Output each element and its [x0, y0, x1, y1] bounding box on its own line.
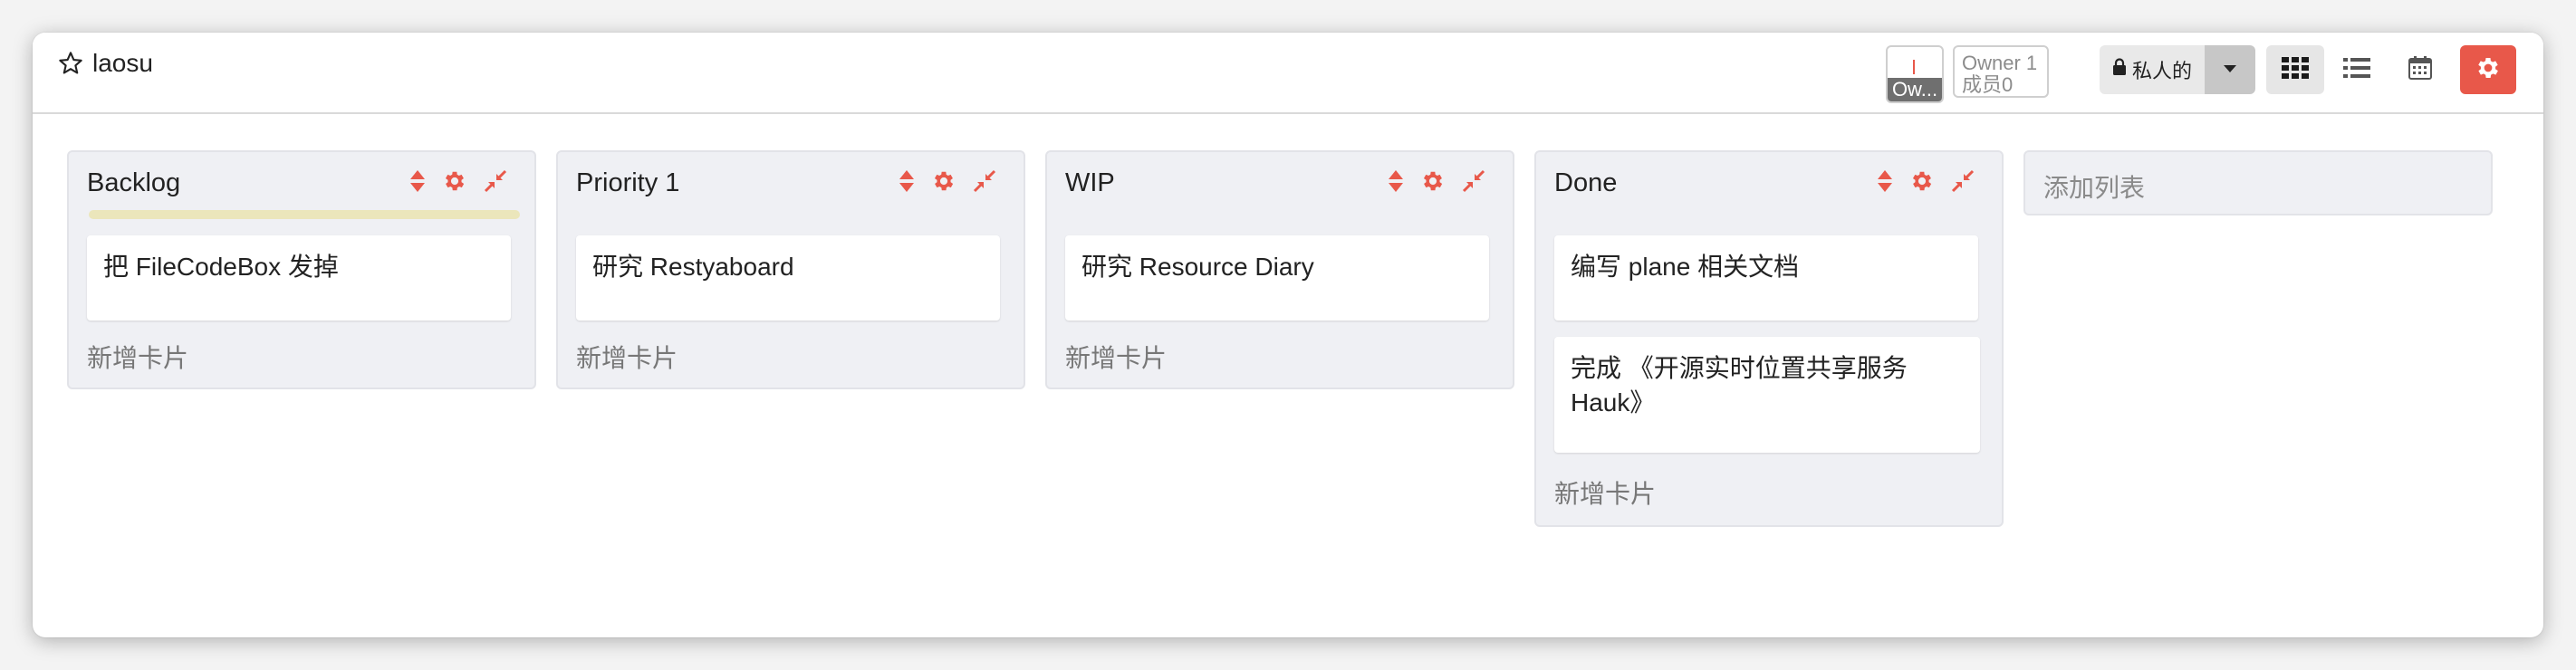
list-header: WIP — [1065, 165, 1495, 201]
sort-icon[interactable] — [899, 168, 915, 198]
list-done: Done 编写 plane 相关文档 完成 《开源实时位置共享服务 Hauk》 … — [1534, 150, 2004, 527]
gear-icon[interactable] — [931, 168, 956, 198]
list-actions — [899, 168, 996, 198]
list-header: Backlog — [87, 165, 516, 201]
grid-icon — [2282, 56, 2309, 83]
board-window: laosu Ow... Owner 1 成员0 私人的 Backlog 把 Fi… — [33, 33, 2543, 637]
card[interactable]: 完成 《开源实时位置共享服务 Hauk》 — [1554, 337, 1980, 453]
collapse-icon[interactable] — [973, 169, 996, 197]
collapse-icon[interactable] — [484, 169, 507, 197]
calendar-view-button[interactable] — [2391, 45, 2449, 94]
list-title[interactable]: Priority 1 — [576, 168, 899, 198]
board-view-button[interactable] — [2266, 45, 2324, 94]
list-actions — [409, 168, 507, 198]
owner-label: Owner 1 — [1962, 52, 2038, 74]
add-card-button[interactable]: 新增卡片 — [1065, 339, 1167, 375]
board-title-area: laosu — [58, 49, 153, 78]
add-card-button[interactable]: 新增卡片 — [87, 339, 188, 375]
sort-icon[interactable] — [409, 168, 426, 198]
board-header: laosu Ow... Owner 1 成员0 私人的 — [33, 33, 2543, 114]
avatar-label: Ow... — [1888, 78, 1942, 101]
list-icon — [2343, 57, 2370, 83]
add-list-button[interactable]: 添加列表 — [2023, 150, 2493, 215]
gear-icon — [2475, 54, 2502, 86]
gear-icon[interactable] — [442, 168, 467, 198]
board-settings-button[interactable] — [2460, 45, 2516, 94]
add-card-button[interactable]: 新增卡片 — [576, 339, 678, 375]
gear-icon[interactable] — [1420, 168, 1446, 198]
gear-icon[interactable] — [1909, 168, 1935, 198]
list-view-button[interactable] — [2328, 45, 2386, 94]
list-wip: WIP 研究 Resource Diary 新增卡片 — [1045, 150, 1514, 389]
sort-icon[interactable] — [1388, 168, 1404, 198]
caret-down-icon — [2223, 62, 2237, 78]
list-actions — [1388, 168, 1485, 198]
board-title[interactable]: laosu — [92, 49, 153, 78]
list-actions — [1877, 168, 1975, 198]
list-header: Priority 1 — [576, 165, 1005, 201]
privacy-dropdown[interactable]: 私人的 — [2100, 45, 2256, 94]
collapse-icon[interactable] — [1951, 169, 1975, 197]
privacy-label: 私人的 — [2132, 60, 2193, 82]
list-priority-1: Priority 1 研究 Restyaboard 新增卡片 — [556, 150, 1025, 389]
list-title[interactable]: Done — [1554, 168, 1877, 198]
progress-bar — [89, 210, 520, 219]
owner-members-box[interactable]: Owner 1 成员0 — [1953, 45, 2049, 98]
lock-icon — [2112, 58, 2127, 81]
list-title[interactable]: WIP — [1065, 168, 1388, 198]
member-avatar[interactable]: Ow... — [1886, 45, 1944, 103]
privacy-button[interactable]: 私人的 — [2100, 45, 2206, 94]
collapse-icon[interactable] — [1462, 169, 1485, 197]
card[interactable]: 研究 Resource Diary — [1065, 235, 1489, 321]
members-label: 成员0 — [1962, 73, 2014, 96]
card[interactable]: 把 FileCodeBox 发掉 — [87, 235, 511, 321]
list-header: Done — [1554, 165, 1984, 201]
list-title[interactable]: Backlog — [87, 168, 409, 198]
add-card-button[interactable]: 新增卡片 — [1554, 474, 1656, 511]
privacy-caret-button[interactable] — [2205, 45, 2256, 94]
avatar-marker — [1913, 60, 1915, 74]
star-icon[interactable] — [58, 51, 83, 76]
card[interactable]: 研究 Restyaboard — [576, 235, 1000, 321]
calendar-icon — [2408, 55, 2433, 85]
card[interactable]: 编写 plane 相关文档 — [1554, 235, 1978, 321]
sort-icon[interactable] — [1877, 168, 1893, 198]
list-backlog: Backlog 把 FileCodeBox 发掉 新增卡片 — [67, 150, 536, 389]
